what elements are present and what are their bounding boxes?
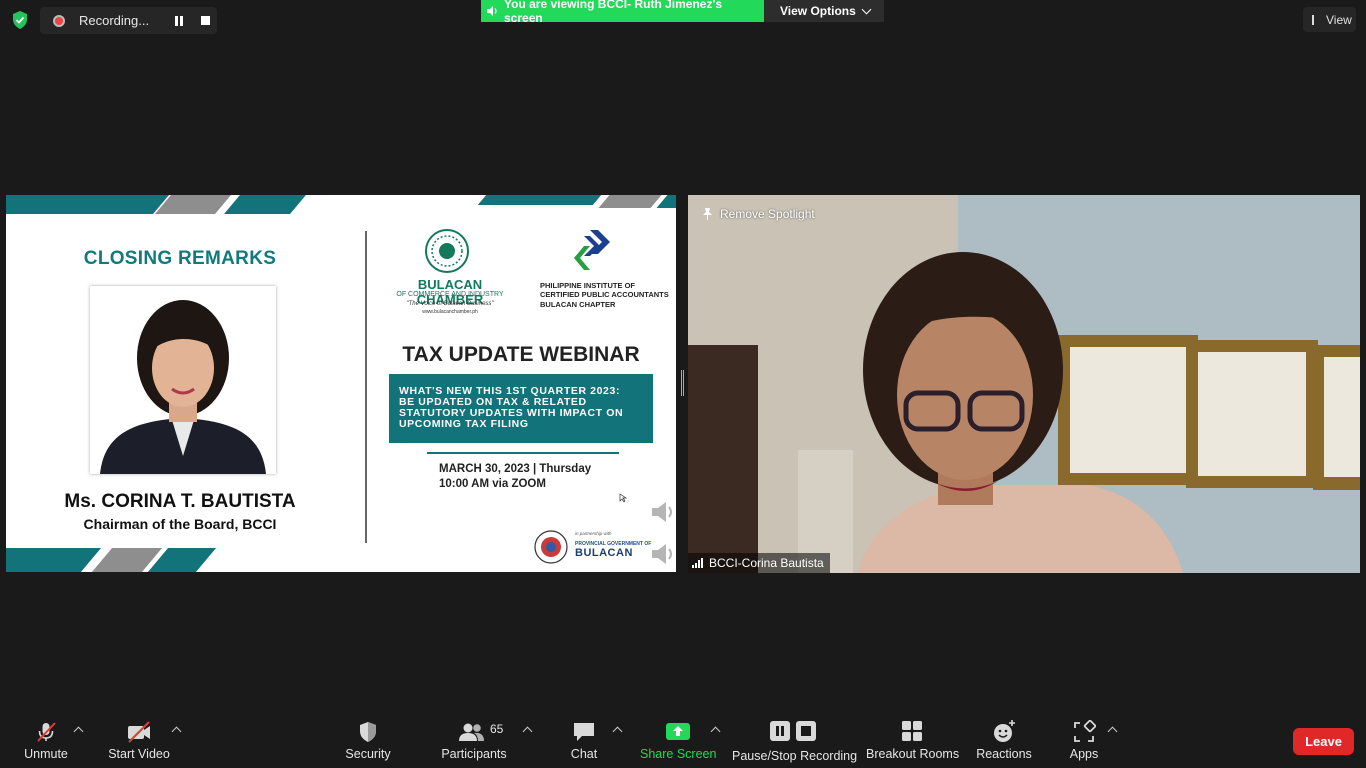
breakout-rooms-button[interactable]: Breakout Rooms [866, 714, 960, 768]
security-shield-icon [360, 722, 376, 742]
apps-icon [1074, 720, 1096, 742]
meeting-toolbar: Unmute Start Video Security 65 Participa… [0, 714, 1366, 768]
viewing-banner: You are viewing BCCI- Ruth Jimenez's scr… [481, 0, 764, 25]
unmute-button[interactable]: Unmute [18, 714, 74, 768]
reactions-label: Reactions [976, 747, 1032, 761]
participants-count: 65 [490, 722, 504, 736]
signal-icon [692, 558, 704, 568]
slide-speaker-icon [652, 544, 672, 564]
slide-stripe [477, 195, 602, 205]
webinar-topic-line: UPCOMING TAX FILING [399, 418, 529, 431]
share-screen-button[interactable]: Share Screen [640, 714, 716, 768]
participant-name: BCCI-Corina Bautista [709, 556, 824, 570]
pause-stop-icon [770, 721, 816, 741]
bulacan-seal-logo [534, 530, 568, 564]
recording-indicator: Recording... [40, 7, 217, 34]
speaker-photo [90, 286, 276, 474]
participants-icon [459, 723, 484, 741]
webinar-date: MARCH 30, 2023 | Thursday [439, 463, 592, 475]
chat-options-caret[interactable] [612, 726, 623, 737]
bcci-seal-logo [425, 229, 469, 273]
picpa-logo [574, 230, 610, 270]
apps-label: Apps [1069, 747, 1099, 761]
shield-check-icon[interactable] [10, 10, 30, 30]
slide-rule [427, 452, 619, 454]
participant-video-tile[interactable]: Remove Spotlight BCCI-Corina Bautista [688, 195, 1360, 573]
participants-label: Participants [441, 747, 507, 761]
breakout-rooms-label: Breakout Rooms [866, 747, 960, 761]
slide-stripe [6, 548, 102, 572]
video-off-icon [128, 721, 150, 743]
share-screen-label: Share Screen [640, 747, 717, 761]
start-video-label: Start Video [108, 747, 170, 761]
speaker-name: Ms. CORINA T. BAUTISTA [64, 491, 296, 512]
viewing-banner-text: You are viewing BCCI- Ruth Jimenez's scr… [504, 0, 723, 25]
picpa-line: CERTIFIED PUBLIC ACCOUNTANTS [540, 290, 669, 300]
share-screen-icon [666, 723, 690, 740]
webinar-topic-box: WHAT'S NEW THIS 1ST QUARTER 2023: BE UPD… [389, 374, 653, 443]
remove-spotlight-label: Remove Spotlight [720, 207, 815, 221]
picpa-line: PHILIPPINE INSTITUTE OF [540, 281, 636, 290]
closing-remarks-heading: CLOSING REMARKS [83, 248, 277, 269]
slide-stripe [6, 195, 169, 214]
bcci-subtitle: OF COMMERCE AND INDUSTRY [396, 291, 504, 298]
audio-options-caret[interactable] [73, 726, 84, 737]
reactions-button[interactable]: Reactions [974, 714, 1034, 768]
view-options-label: View Options [780, 4, 856, 18]
view-icon [1312, 14, 1320, 25]
slide-stripe [598, 195, 662, 208]
province-name: BULACAN [575, 547, 633, 559]
participant-name-tag: BCCI-Corina Bautista [688, 553, 830, 573]
leave-button[interactable]: Leave [1293, 728, 1354, 755]
pause-icon[interactable] [174, 16, 184, 26]
speaker-title: Chairman of the Board, BCCI [83, 516, 277, 532]
picpa-line: BULACAN CHAPTER [540, 299, 616, 309]
partner-text: in partnership with [575, 531, 612, 536]
chat-button[interactable]: Chat [560, 714, 608, 768]
apps-button[interactable]: Apps [1062, 714, 1106, 768]
breakout-icon [902, 721, 922, 741]
picpa-text: PHILIPPINE INSTITUTE OF CERTIFIED PUBLIC… [540, 281, 674, 309]
participant-video [688, 195, 1360, 573]
record-icon [53, 14, 65, 27]
reactions-icon [994, 720, 1015, 742]
participants-options-caret[interactable] [522, 726, 533, 737]
stop-icon[interactable] [201, 16, 210, 25]
split-view-handle[interactable] [681, 370, 684, 396]
pause-stop-recording-button[interactable]: Pause/Stop Recording [732, 714, 858, 768]
webinar-time: 10:00 AM via ZOOM [439, 478, 546, 490]
pause-stop-label: Pause/Stop Recording [732, 749, 858, 763]
start-video-button[interactable]: Start Video [103, 714, 175, 768]
mic-muted-icon [37, 722, 56, 742]
slide-divider [365, 231, 367, 543]
security-label: Security [345, 747, 391, 761]
slide-speaker-icon [652, 502, 672, 522]
bcci-tagline: "The Voice of Bulacan Business" [406, 301, 494, 307]
apps-options-caret[interactable] [1107, 726, 1118, 737]
view-options-button[interactable]: View Options [764, 0, 884, 22]
bcci-url: www.bulacanchamber.ph [422, 309, 478, 315]
remove-spotlight-button[interactable]: Remove Spotlight [702, 207, 815, 221]
recording-label: Recording... [79, 13, 150, 28]
security-button[interactable]: Security [340, 714, 396, 768]
participants-button[interactable]: 65 Participants [440, 714, 508, 768]
chat-icon [574, 723, 594, 741]
shared-screen: CLOSING REMARKS Ms. CORINA T. BAUTISTA C… [6, 195, 676, 572]
webinar-title: TAX UPDATE WEBINAR [402, 343, 640, 366]
view-label: View [1326, 12, 1352, 27]
chat-label: Chat [570, 747, 598, 761]
pin-icon [703, 208, 712, 220]
slide-stripe [224, 195, 306, 214]
chevron-down-icon [861, 4, 872, 15]
view-button[interactable]: View [1303, 7, 1356, 32]
unmute-label: Unmute [24, 747, 68, 761]
mouse-cursor-icon [619, 493, 627, 503]
speaker-icon [487, 6, 497, 16]
